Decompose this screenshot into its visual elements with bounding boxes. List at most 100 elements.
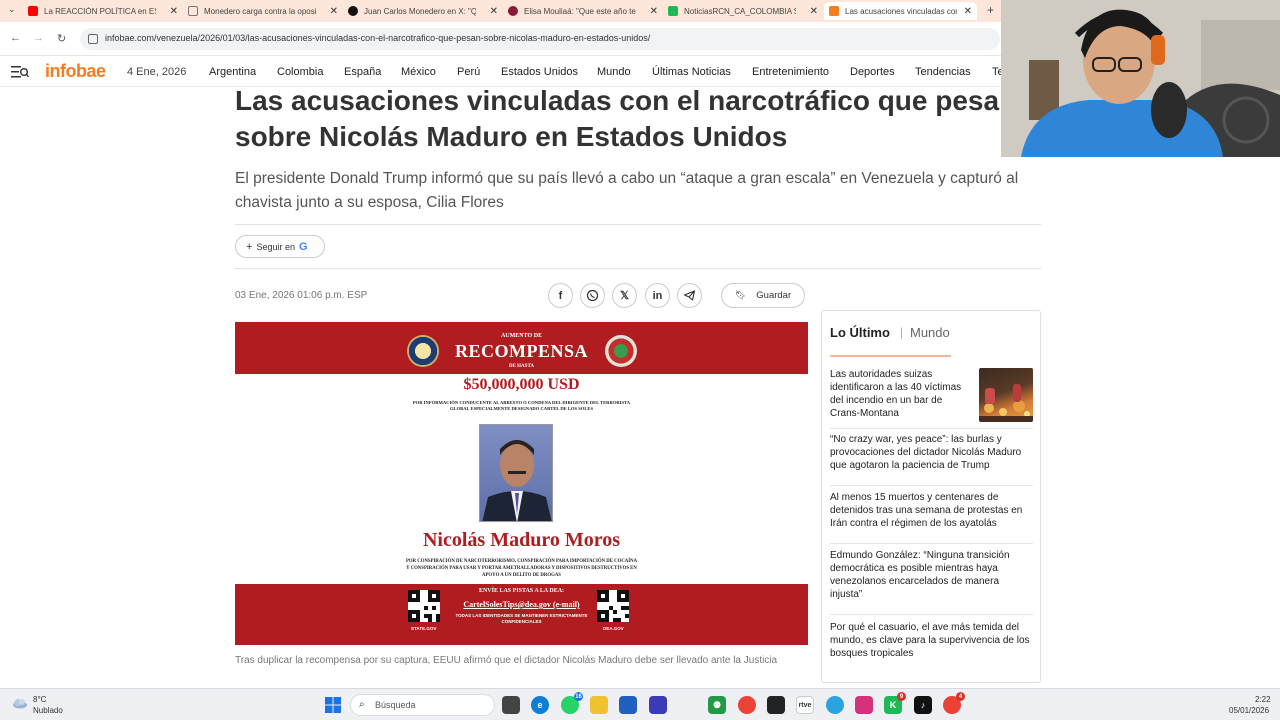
browser-tab[interactable]: La REACCIÓN POLÍTICA en ESPAÑA ✕ [28,2,178,20]
file-explorer-icon[interactable] [590,696,608,714]
poster-charges: POR CONSPIRACIÓN DE NARCOTERRORISMO, CON… [405,559,638,578]
poster-kicker: AUMENTO DE [500,333,543,339]
nav-link-espana[interactable]: España [344,66,381,78]
telegram-icon[interactable] [677,283,702,308]
nav-link-entretenimiento[interactable]: Entretenimiento [752,66,829,78]
nav-link-mundo[interactable]: Mundo [597,66,631,78]
reload-icon[interactable]: ↻ [57,32,66,45]
divider [830,485,1033,486]
plus-icon: + [246,240,253,253]
divider [830,428,1033,429]
sidebar-news-item[interactable]: Por qué el casuario, el ave más temida d… [830,621,1033,660]
whatsapp-icon[interactable] [580,283,605,308]
browser-tab[interactable]: NoticiasRCN_CA_COLOMBIA S ✕ [668,2,818,20]
xbox-icon[interactable]: ⚉ [708,696,726,714]
poster-name: Nicolás Maduro Moros [422,529,621,551]
close-tab-icon[interactable]: ✕ [170,6,178,17]
browser-tab-active[interactable]: Las acusaciones vinculadas con ✕ [824,2,977,20]
task-view-icon[interactable] [502,696,520,714]
url-text[interactable]: infobae.com/venezuela/2026/01/03/las-acu… [105,33,650,43]
nav-link-tendencias[interactable]: Tendencias [915,66,971,78]
poster-email: CartelSolesTips@dea.gov (e-mail) [463,600,580,609]
close-tab-icon[interactable]: ✕ [964,6,972,17]
save-button[interactable]: 🔖︎ Guardar [721,283,805,308]
close-tab-icon[interactable]: ✕ [490,6,498,17]
follow-on-google-button[interactable]: + Seguir en G [235,235,325,258]
nav-link-ultimas-noticias[interactable]: Últimas Noticias [652,66,731,78]
chrome-icon[interactable] [738,696,756,714]
poster-confidential: TODAS LAS IDENTIDADES SE MANTIENEN ESTRI… [455,613,588,624]
tab-search-chevron-icon[interactable]: ⌄ [8,4,16,15]
clock-date[interactable]: 05/01/2026 [1229,706,1269,715]
address-bar[interactable]: infobae.com/venezuela/2026/01/03/las-acu… [80,28,1000,50]
nav-link-deportes[interactable]: Deportes [850,66,895,78]
video-editor-icon[interactable] [767,696,785,714]
weather-temperature[interactable]: 8°C [33,695,46,704]
browser-tab[interactable]: Monedero carga contra la oposición ✕ [188,2,338,20]
browser-tab[interactable]: Juan Carlos Monedero en X: "Q ✕ [348,2,498,20]
header-date: 4 Ene, 2026 [127,66,187,78]
sidebar-news-item[interactable]: “No crazy war, yes peace”: las burlas y … [830,433,1033,472]
new-tab-button[interactable]: + [987,3,994,17]
youtube-icon [28,6,38,16]
nav-link-mexico[interactable]: México [401,66,436,78]
weather-condition[interactable]: Nublado [33,706,63,715]
sidebar-title: Lo Último [830,325,890,340]
sidebar-accent-line [830,355,951,357]
telegram-app-icon[interactable] [826,696,844,714]
bookmark-icon: 🔖︎ [734,290,747,300]
save-label: Guardar [756,290,792,301]
reward-amount: $50,000,000 USD [463,376,580,393]
news-thumbnail[interactable] [979,368,1033,422]
whatsapp-app-icon[interactable]: 16 [561,692,583,714]
menu-search-icon[interactable] [11,65,29,79]
latest-news-sidebar: Lo Último | Mundo Las autoridades suizas… [821,310,1041,683]
taskbar-search[interactable]: ⌕ Búsqueda [350,694,495,716]
article-headline: Las acusaciones vinculadas con el narcot… [235,83,1035,155]
notification-badge: 16 [574,692,583,701]
poster-send-tips: ENVÍE LAS PISTAS A LA DEA: [478,588,565,594]
google-icon: G [298,240,308,253]
linkedin-icon[interactable]: in [645,283,670,308]
close-tab-icon[interactable]: ✕ [810,6,818,17]
infobae-icon [829,6,839,16]
forward-icon[interactable]: → [33,32,44,44]
follow-label: Seguir en [256,241,295,252]
media-app-icon[interactable] [649,696,667,714]
sidebar-section[interactable]: Mundo [910,325,950,340]
nav-link-colombia[interactable]: Colombia [277,66,323,78]
infobae-logo[interactable]: infobae [45,61,106,82]
facebook-icon[interactable]: f [548,283,573,308]
taskbar-search-placeholder: Búsqueda [375,700,416,710]
rtve-icon[interactable]: rtve [796,696,814,714]
instagram-icon[interactable] [855,696,873,714]
nav-link-estados-unidos[interactable]: Estados Unidos [501,66,578,78]
clock-time[interactable]: 2:22 [1255,695,1271,704]
sidebar-news-item[interactable]: Al menos 15 muertos y centenares de dete… [830,491,1033,530]
sidebar-news-item[interactable]: Edmundo González: “Ninguna transición de… [830,549,1010,601]
divider [235,268,1041,269]
nav-link-argentina[interactable]: Argentina [209,66,256,78]
kick-icon [668,6,678,16]
article-subheadline: El presidente Donald Trump informó que s… [235,170,1019,211]
chrome-profile-icon[interactable]: 4 [943,692,965,714]
store-icon[interactable] [619,696,637,714]
edge-icon[interactable]: e [531,696,549,714]
kick-app-icon[interactable]: K 9 [884,692,906,714]
qr-label-dea: DEA.GOV [603,626,624,631]
cloud-icon[interactable] [12,697,28,709]
sidebar-news-item[interactable]: Las autoridades suizas identificaron a l… [830,368,970,420]
maduro-portrait [479,424,553,522]
close-tab-icon[interactable]: ✕ [650,6,658,17]
close-tab-icon[interactable]: ✕ [330,6,338,17]
poster-title: RECOMPENSA [454,341,588,361]
tiktok-icon[interactable]: ♪ [914,696,932,714]
site-info-icon[interactable] [88,34,98,44]
x-avatar-icon [348,6,358,16]
x-icon[interactable]: 𝕏 [612,283,637,308]
browser-tab[interactable]: Elisa Mouliaá: "Que este año te ✕ [508,2,658,20]
nav-link-peru[interactable]: Perú [457,66,480,78]
back-icon[interactable]: ← [10,32,21,44]
windows-start-icon[interactable] [325,697,341,713]
poster-info-text: POR INFORMACIÓN CONDUCENTE AL ARRESTO O … [412,400,631,411]
